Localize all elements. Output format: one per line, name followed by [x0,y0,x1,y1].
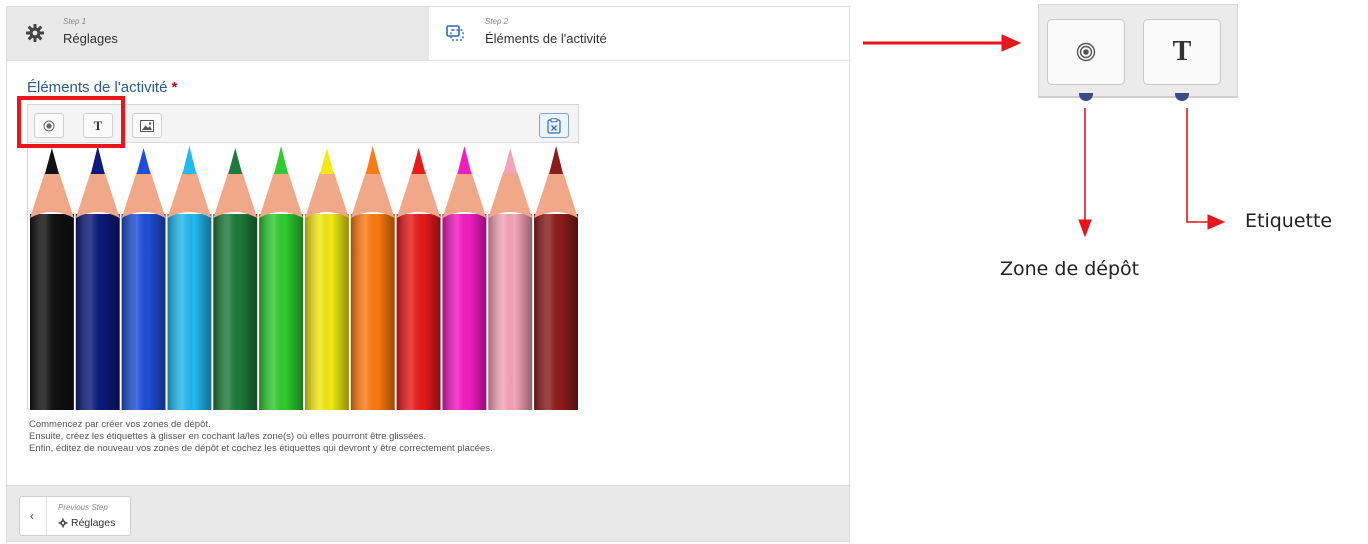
tab-step-2[interactable]: Step 2 Éléments de l'activité [429,7,849,60]
highlight-box [17,96,125,148]
pencil [121,148,166,410]
tab-step-1[interactable]: Step 1 Réglages [7,7,429,60]
background-image-pencils [29,144,579,410]
section-title-text: Éléments de l'activité [27,79,168,96]
add-image-button[interactable] [132,113,162,138]
help-line-2: Ensuite, créez les étiquettes à glisser … [29,431,427,442]
pencil-tip-fragment [1079,93,1093,101]
previous-step-button[interactable]: ‹ Previous Step Réglages [19,496,131,536]
image-icon [140,119,154,132]
step-tabs: Step 1 Réglages Step 2 Éléments de l'act… [7,7,849,61]
activity-editor-panel: Step 1 Réglages Step 2 Éléments de l'act… [6,6,850,542]
pencil [213,148,258,410]
pencil [167,146,212,410]
arrow-to-zone-head [1078,219,1092,238]
button-divider [46,497,47,535]
zoom-dropzone-button [1047,19,1125,85]
arrow-to-etiquette-line [1186,108,1210,223]
gear-icon [58,518,68,528]
help-line-3: Enfin, éditez de nouveau vos zones de dé… [29,443,493,454]
zoom-label-button: T [1143,19,1221,85]
arrow-to-zoom-head [1001,34,1022,52]
gear-icon [26,24,44,42]
annotation-etiquette-label: Etiquette [1245,210,1333,232]
pencil-tip-fragment [1175,93,1189,101]
pencil [75,146,120,410]
drag-drop-editor: T [27,104,579,410]
delete-background-button[interactable] [539,113,569,138]
arrow-to-etiquette-head [1207,214,1226,230]
pencil [442,146,487,410]
previous-step-name: Réglages [58,517,115,529]
pencil [488,148,533,410]
layers-icon [446,25,464,41]
previous-step-label: Réglages [71,517,116,529]
pencil [396,148,441,410]
step-1-name: Réglages [63,31,118,46]
step-2-name: Éléments de l'activité [485,31,607,46]
pencil [350,146,395,410]
pencil [30,148,74,410]
required-mark: * [171,79,178,96]
pencil [534,146,578,410]
help-line-1: Commencez par créer vos zones de dépôt. [29,419,211,430]
help-text: Commencez par créer vos zones de dépôt. … [29,419,493,455]
annotation-zone-label: Zone de dépôt [1000,258,1140,280]
step-2-number: Step 2 [485,17,509,26]
pencil [259,146,303,410]
target-icon [1076,42,1096,62]
section-title: Éléments de l'activité * [27,79,177,96]
pencil [305,148,349,410]
previous-step-caption: Previous Step [58,503,108,512]
text-icon: T [1172,36,1192,67]
delete-clipboard-icon [547,117,561,134]
chevron-left-icon: ‹ [30,509,34,523]
zoomed-toolbar: T [1038,4,1238,101]
wizard-footer: ‹ Previous Step Réglages [7,485,849,541]
step-1-number: Step 1 [63,17,87,26]
